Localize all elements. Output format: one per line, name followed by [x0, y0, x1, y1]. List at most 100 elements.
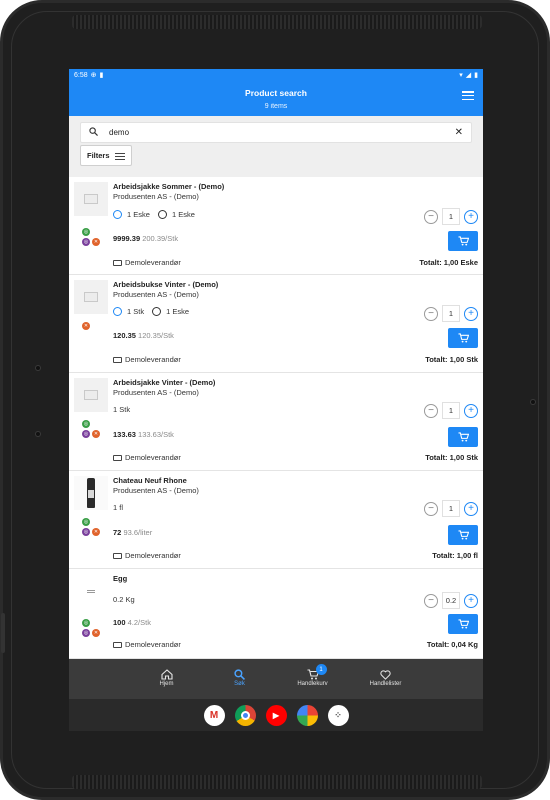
- unit-price: 133.63/Stk: [138, 430, 174, 439]
- filters-button[interactable]: Filters: [80, 145, 132, 166]
- product-badges: ◎ ◎ ✕: [82, 420, 100, 438]
- search-value: demo: [109, 128, 130, 137]
- product-producer: Produsenten AS - (Demo): [113, 290, 199, 299]
- unit-selector: 1 Stk 1 Eske: [113, 307, 189, 316]
- unit-price: 120.35/Stk: [138, 331, 174, 340]
- product-card: ✕ Arbeidsbukse Vinter - (Demo) Produsent…: [69, 275, 483, 373]
- product-badges: ◎ ◎ ✕: [82, 619, 100, 637]
- nav-search[interactable]: Søk: [220, 659, 260, 699]
- product-card: ◎ ◎ ✕ Arbeidsjakke Sommer - (Demo) Produ…: [69, 177, 483, 275]
- increase-button[interactable]: +: [464, 403, 478, 418]
- increase-button[interactable]: +: [464, 306, 478, 321]
- add-to-cart-button[interactable]: [448, 614, 478, 634]
- product-card: ◎ ◎ ✕ Egg 0.2 Kg − 0.2 + 100 4.2/Stk Dem…: [69, 569, 483, 659]
- decrease-button[interactable]: −: [424, 593, 438, 608]
- unit-option[interactable]: 1 Stk: [113, 307, 144, 316]
- android-dock: M ▶ ⁘: [69, 699, 483, 731]
- cart-icon: [458, 236, 469, 246]
- tune-icon: [114, 152, 125, 160]
- decrease-button[interactable]: −: [424, 403, 438, 418]
- product-image: [74, 476, 108, 510]
- app-drawer-icon[interactable]: ⁘: [327, 704, 349, 726]
- chrome-icon[interactable]: [234, 704, 256, 726]
- unit-option[interactable]: 1 Eske: [157, 210, 195, 219]
- truck-icon: [113, 356, 122, 363]
- cart-icon: [458, 432, 469, 442]
- clear-icon[interactable]: ✕: [455, 127, 463, 138]
- search-input[interactable]: demo ✕: [80, 122, 472, 143]
- increase-button[interactable]: +: [464, 593, 478, 608]
- allergen-badge-icon: ✕: [92, 629, 100, 637]
- quantity-field[interactable]: 0.2: [442, 592, 460, 609]
- price-value: 72: [113, 528, 122, 537]
- quantity-field[interactable]: 1: [442, 305, 460, 322]
- nav-label: Handlelister: [369, 681, 402, 687]
- price-value: 100: [113, 618, 126, 627]
- add-to-cart-button[interactable]: [448, 427, 478, 447]
- quantity-field[interactable]: 1: [442, 208, 460, 225]
- unit-label: 1 Stk: [113, 405, 131, 414]
- unit-label: 1 fl: [113, 503, 124, 512]
- nav-cart[interactable]: 1 Handlekurv: [293, 659, 333, 699]
- product-total: Totalt: 1,00 fl: [432, 551, 478, 560]
- truck-icon: [113, 552, 122, 559]
- product-list: ◎ ◎ ✕ Arbeidsjakke Sommer - (Demo) Produ…: [69, 177, 483, 659]
- photos-icon[interactable]: [296, 704, 318, 726]
- signal-icon: ◢: [465, 72, 472, 79]
- eco-badge-icon: ◎: [82, 420, 90, 428]
- product-image: [74, 378, 108, 412]
- app-bar: Product search 9 items: [69, 82, 483, 116]
- product-name: Chateau Neuf Rhone: [113, 476, 187, 485]
- product-image: [74, 280, 108, 314]
- eco-badge-icon: ◎: [82, 228, 90, 236]
- radio-icon: [157, 210, 167, 219]
- product-producer: Produsenten AS - (Demo): [113, 192, 199, 201]
- product-card: ◎ ◎ ✕ Arbeidsjakke Vinter - (Demo) Produ…: [69, 373, 483, 471]
- truck-icon: [113, 454, 122, 461]
- wine-bottle-image: [87, 478, 95, 508]
- cart-icon: [458, 333, 469, 343]
- quantity-stepper: − 1 +: [424, 500, 478, 517]
- status-bar: 6:58 ⊕ ▮ ▾ ◢ ▮: [69, 69, 483, 82]
- certified-badge-icon: ◎: [82, 528, 90, 536]
- status-time: 6:58: [74, 72, 88, 79]
- quantity-field[interactable]: 1: [442, 500, 460, 517]
- speaker-grille-top: [72, 15, 482, 29]
- product-badges: ◎ ◎ ✕: [82, 518, 100, 536]
- certified-badge-icon: ◎: [82, 430, 90, 438]
- product-name: Arbeidsjakke Sommer - (Demo): [113, 182, 225, 191]
- product-name: Egg: [113, 574, 128, 583]
- certified-badge-icon: ◎: [82, 629, 90, 637]
- increase-button[interactable]: +: [464, 501, 478, 516]
- certified-badge-icon: ◎: [82, 238, 90, 246]
- add-to-cart-button[interactable]: [448, 231, 478, 251]
- search-icon: [89, 127, 103, 138]
- search-icon: [234, 668, 245, 681]
- quantity-stepper: − 0.2 +: [424, 592, 478, 609]
- nav-label: Handlekurv: [297, 681, 328, 687]
- add-to-cart-button[interactable]: [448, 525, 478, 545]
- menu-icon[interactable]: [462, 91, 474, 100]
- decrease-button[interactable]: −: [424, 501, 438, 516]
- unit-option[interactable]: 1 Eske: [113, 210, 150, 219]
- unit-option[interactable]: 1 Eske: [152, 307, 189, 316]
- nav-home[interactable]: Hjem: [147, 659, 187, 699]
- product-price: 100 4.2/Stk: [113, 618, 151, 627]
- speaker-grille-bottom: [72, 775, 482, 789]
- product-producer: Produsenten AS - (Demo): [113, 388, 199, 397]
- bottom-navigation: Hjem Søk 1 Handlekurv Handlelister: [69, 659, 483, 699]
- decrease-button[interactable]: −: [424, 209, 438, 224]
- nav-shopping-lists[interactable]: Handlelister: [366, 659, 406, 699]
- nav-label: Søk: [234, 681, 245, 687]
- increase-button[interactable]: +: [464, 209, 478, 224]
- youtube-icon[interactable]: ▶: [265, 704, 287, 726]
- gmail-icon[interactable]: M: [203, 704, 225, 726]
- price-value: 120.35: [113, 331, 136, 340]
- radio-selected-icon: [113, 307, 122, 316]
- quantity-field[interactable]: 1: [442, 402, 460, 419]
- add-to-cart-button[interactable]: [448, 328, 478, 348]
- unit-price: 93.6/liter: [123, 528, 153, 537]
- decrease-button[interactable]: −: [424, 306, 438, 321]
- filters-label: Filters: [87, 151, 110, 160]
- sensor-dot: [35, 365, 41, 371]
